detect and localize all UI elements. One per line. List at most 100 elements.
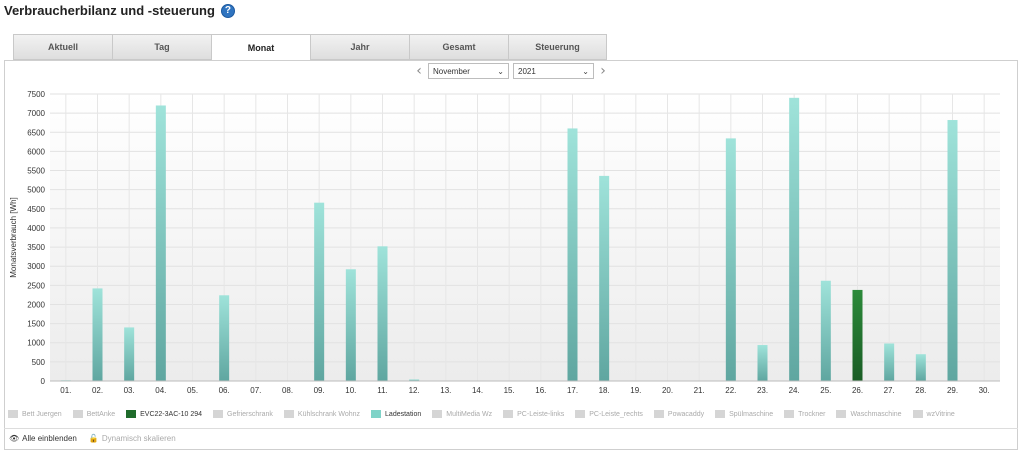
tab-steuerung[interactable]: Steuerung	[508, 34, 607, 60]
legend-swatch	[653, 410, 664, 418]
y-tick-label: 6500	[27, 128, 45, 137]
help-icon[interactable]: ?	[220, 3, 235, 18]
legend-label: PC-Leiste-links	[517, 410, 565, 418]
x-tick-label: 23.	[757, 386, 768, 395]
dynamic-scale-button[interactable]: 🔓 Dynamisch skalieren	[89, 434, 176, 443]
legend-label: BettAnke	[86, 410, 116, 418]
month-select[interactable]: November ⌄	[428, 63, 509, 79]
bar-ladestation	[314, 202, 325, 381]
legend-label: Spülmaschine	[729, 410, 774, 418]
legend-label: Waschmaschine	[850, 410, 902, 418]
tab-gesamt[interactable]: Gesamt	[409, 34, 508, 60]
x-tick-label: 17.	[567, 386, 578, 395]
x-tick-label: 16.	[535, 386, 546, 395]
legend-label: Kühlschrank Wohnz	[297, 410, 361, 418]
x-tick-label: 07.	[250, 386, 261, 395]
legend-swatch	[371, 410, 382, 418]
legend-swatch	[912, 410, 923, 418]
x-tick-label: 05.	[187, 386, 198, 395]
bar-ladestation	[155, 105, 166, 382]
eye-icon: 👁	[9, 434, 20, 443]
y-axis-label: Monatsverbrauch [Wh]	[9, 197, 18, 277]
period-selector: ‹ November ⌄ 2021 ⌄ ›	[412, 63, 610, 79]
divider	[4, 428, 1018, 429]
bar-ladestation	[947, 120, 958, 381]
legend-label: Powacaddy	[667, 410, 705, 418]
legend-item[interactable]: PC-Leiste_rechts	[575, 410, 643, 418]
legend: Bett Juergen BettAnke EVC22-3AC-10 294 Gefr…	[8, 410, 966, 418]
x-tick-label: 01.	[60, 386, 71, 395]
y-tick-label: 4000	[27, 224, 45, 233]
lock-icon: 🔓	[88, 434, 99, 443]
dynamic-scale-label: Dynamisch skalieren	[101, 434, 176, 443]
x-tick-label: 04.	[155, 386, 166, 395]
legend-item[interactable]: EVC22-3AC-10 294	[126, 410, 202, 418]
bar-ladestation	[789, 97, 800, 382]
tab-monat[interactable]: Monat	[211, 34, 310, 61]
legend-label: PC-Leiste_rechts	[589, 410, 643, 418]
prev-period-icon[interactable]: ‹	[412, 64, 426, 78]
y-tick-label: 1500	[27, 320, 45, 329]
x-tick-label: 06.	[219, 386, 230, 395]
legend-item[interactable]: BettAnke	[72, 410, 116, 418]
y-tick-label: 2500	[27, 281, 45, 290]
tab-jahr[interactable]: Jahr	[310, 34, 409, 60]
legend-item[interactable]: Kühlschrank Wohnz	[283, 410, 361, 418]
bar-ladestation	[757, 345, 768, 381]
legend-swatch	[8, 410, 18, 418]
year-select[interactable]: 2021 ⌄	[513, 63, 594, 79]
y-tick-label: 2000	[27, 300, 45, 309]
bar-ladestation	[92, 288, 103, 381]
x-tick-label: 09.	[314, 386, 325, 395]
y-tick-label: 6000	[27, 147, 45, 156]
legend-item[interactable]: Powacaddy	[653, 410, 705, 418]
show-all-label: Alle einblenden	[22, 434, 77, 443]
x-tick-label: 08.	[282, 386, 293, 395]
legend-swatch	[432, 410, 443, 418]
bar-ladestation	[725, 138, 736, 381]
show-all-button[interactable]: 👁 Alle einblenden	[9, 434, 77, 443]
legend-item[interactable]: Bett Juergen	[8, 410, 62, 418]
legend-label: wzVitrine	[926, 410, 955, 418]
legend-item[interactable]: Waschmaschine	[836, 410, 902, 418]
next-period-icon[interactable]: ›	[596, 64, 610, 78]
x-tick-label: 21.	[694, 386, 705, 395]
x-tick-label: 20.	[662, 386, 673, 395]
x-tick-label: 12.	[409, 386, 420, 395]
legend-label: Trockner	[798, 410, 826, 418]
x-tick-label: 22.	[725, 386, 736, 395]
bar-ladestation	[599, 175, 610, 381]
chevron-down-icon: ⌄	[582, 66, 589, 76]
legend-label: EVC22-3AC-10 294	[140, 410, 202, 418]
y-tick-label: 1000	[27, 339, 45, 348]
legend-item[interactable]: Gefrierschrank	[213, 410, 273, 418]
legend-item[interactable]: Trockner	[784, 410, 825, 418]
legend-item[interactable]: Ladestation	[371, 410, 421, 418]
bar-evc22-3ac-10-294	[852, 289, 863, 381]
y-tick-label: 7500	[27, 90, 45, 99]
legend-label: Gefrierschrank	[227, 410, 273, 418]
tab-bar: Aktuell Tag Monat Jahr Gesamt Steuerung	[13, 34, 607, 61]
x-tick-label: 25.	[820, 386, 831, 395]
month-select-value: November	[433, 66, 470, 76]
legend-item[interactable]: wzVitrine	[912, 410, 955, 418]
y-tick-label: 4500	[27, 205, 45, 214]
bar-ladestation	[377, 246, 388, 381]
bar-ladestation	[567, 128, 578, 381]
legend-swatch	[715, 410, 726, 418]
tab-aktuell[interactable]: Aktuell	[13, 34, 112, 60]
legend-label: Ladestation	[385, 410, 422, 418]
legend-label: Bett Juergen	[22, 410, 62, 418]
tab-tag[interactable]: Tag	[112, 34, 211, 60]
legend-item[interactable]: Spülmaschine	[715, 410, 773, 418]
y-tick-label: 3000	[27, 262, 45, 271]
legend-swatch	[126, 410, 137, 418]
legend-item[interactable]: MultiMedia Wz	[432, 410, 492, 418]
x-tick-label: 30.	[979, 386, 990, 395]
x-tick-label: 11.	[377, 386, 388, 395]
legend-item[interactable]: PC-Leiste-links	[503, 410, 564, 418]
consumption-chart: 0 500 1000 1500 2000 2500 3000 3500 4000 4500 5000…	[9, 90, 1000, 395]
x-tick-label: 26.	[852, 386, 863, 395]
x-tick-label: 29.	[947, 386, 958, 395]
legend-swatch	[72, 410, 83, 418]
